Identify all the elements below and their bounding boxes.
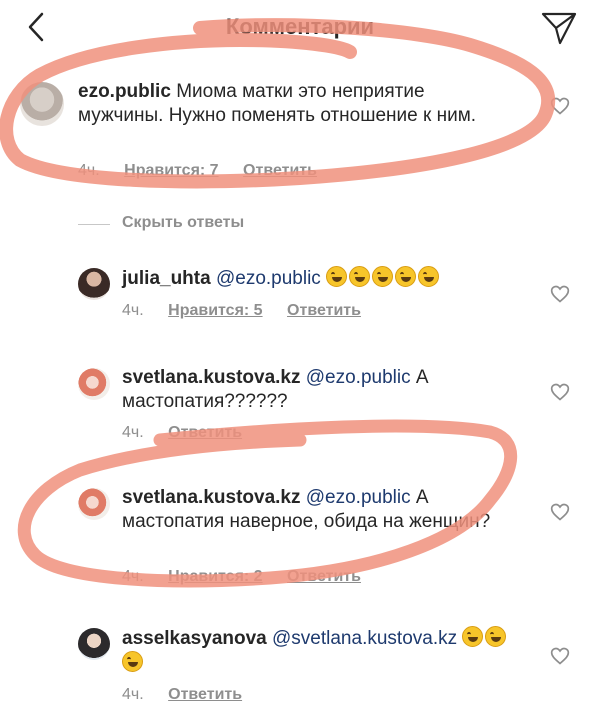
comment-mention[interactable]: @ezo.public	[216, 268, 321, 289]
avatar[interactable]	[78, 488, 110, 520]
comment-meta: 4ч. Нравится: 2 Ответить	[122, 568, 381, 586]
header-bar: Комментарии	[0, 0, 600, 56]
laughing-emoji-icon	[418, 266, 440, 287]
likes-link[interactable]: Нравится: 5	[168, 302, 262, 319]
page-title: Комментарии	[225, 14, 375, 39]
comment-time: 4ч.	[122, 686, 144, 703]
comment-time: 4ч.	[78, 162, 100, 179]
likes-link[interactable]: Нравится: 2	[168, 568, 262, 585]
reply-link[interactable]: Ответить	[287, 302, 361, 319]
comment-meta: 4ч. Ответить	[122, 686, 262, 704]
comment-username[interactable]: svetlana.kustova.kz	[122, 487, 300, 508]
avatar[interactable]	[78, 268, 110, 300]
heart-icon[interactable]	[550, 646, 570, 666]
laughing-emoji-icon	[395, 266, 417, 287]
reply-link[interactable]: Ответить	[287, 568, 361, 585]
laughing-emoji-icon	[485, 626, 507, 647]
laughing-emoji-icon	[326, 266, 348, 287]
comment-text: svetlana.kustova.kz @ezo.public А мастоп…	[122, 486, 522, 534]
reply-link[interactable]: Ответить	[243, 162, 317, 179]
laughing-emoji-icon	[372, 266, 394, 287]
hide-replies-button[interactable]: Скрыть ответы	[122, 214, 244, 232]
comment-username[interactable]: ezo.public	[78, 81, 171, 102]
comment-text: asselkasyanova @svetlana.kustova.kz	[122, 626, 522, 676]
reply-link[interactable]: Ответить	[168, 424, 242, 441]
comment-text: julia_uhta @ezo.public	[122, 266, 522, 291]
comment-time: 4ч.	[122, 568, 144, 585]
heart-icon[interactable]	[550, 502, 570, 522]
emoji-group	[326, 266, 441, 289]
comment-username[interactable]: julia_uhta	[122, 268, 211, 289]
comment-username[interactable]: svetlana.kustova.kz	[122, 367, 300, 388]
comment-time: 4ч.	[122, 302, 144, 319]
avatar[interactable]	[78, 368, 110, 400]
heart-icon[interactable]	[550, 382, 570, 402]
comment-mention[interactable]: @svetlana.kustova.kz	[272, 628, 457, 649]
comment-time: 4ч.	[122, 424, 144, 441]
replies-divider	[78, 224, 110, 225]
avatar[interactable]	[20, 82, 64, 126]
comment-text: ezo.public Миома матки это неприятие муж…	[78, 80, 508, 128]
laughing-emoji-icon	[122, 651, 143, 672]
comment-username[interactable]: asselkasyanova	[122, 628, 267, 649]
laughing-emoji-icon	[462, 626, 484, 647]
send-icon[interactable]	[540, 10, 578, 46]
comment-meta: 4ч. Нравится: 7 Ответить	[78, 162, 337, 180]
reply-link[interactable]: Ответить	[168, 686, 242, 703]
comment-text: svetlana.kustova.kz @ezo.public А мастоп…	[122, 366, 522, 414]
heart-icon[interactable]	[550, 96, 570, 116]
comment-mention[interactable]: @ezo.public	[306, 367, 411, 388]
laughing-emoji-icon	[349, 266, 371, 287]
comment-meta: 4ч. Ответить	[122, 424, 262, 442]
likes-link[interactable]: Нравится: 7	[124, 162, 218, 179]
comment-meta: 4ч. Нравится: 5 Ответить	[122, 302, 381, 320]
comment-mention[interactable]: @ezo.public	[306, 487, 411, 508]
heart-icon[interactable]	[550, 284, 570, 304]
avatar[interactable]	[78, 628, 110, 660]
